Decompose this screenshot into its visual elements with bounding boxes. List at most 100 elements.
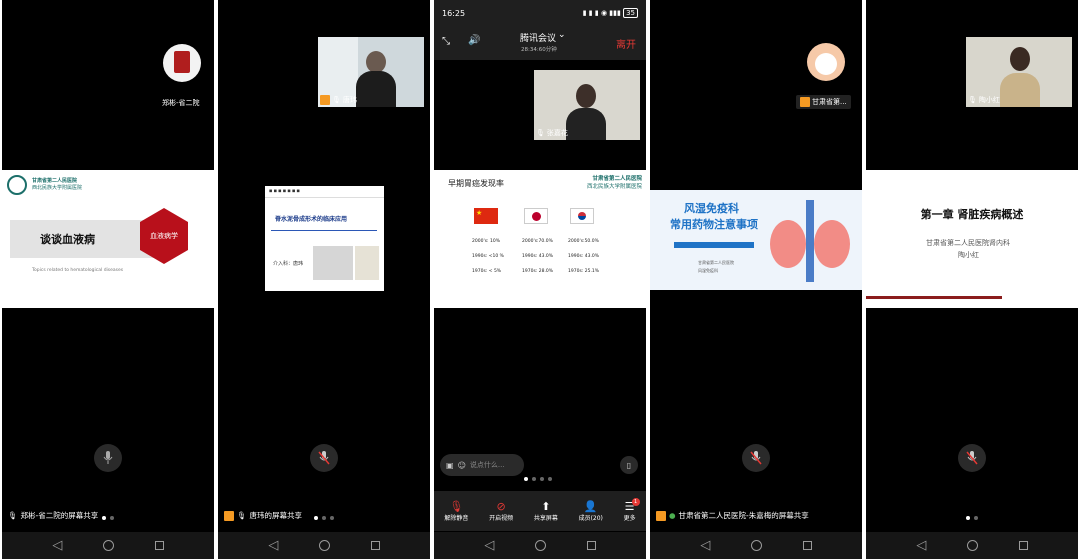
camera-video[interactable]: 🎙 张嘉花 — [534, 70, 640, 140]
slide-org-name: 甘肃省第二人民医院 — [32, 178, 78, 184]
screen-share-label: 🎙 郑彬-省二院的屏幕共享 — [8, 510, 98, 521]
slide-accent-bar — [674, 242, 754, 248]
battery-level: 35 — [623, 8, 638, 18]
home-icon[interactable] — [534, 540, 546, 551]
mic-icon[interactable] — [94, 444, 122, 472]
recents-icon[interactable] — [1018, 541, 1028, 550]
back-icon[interactable]: ◁ — [700, 539, 710, 552]
more-button[interactable]: ☰ 更多 1 — [623, 498, 640, 522]
mic-muted-icon[interactable] — [310, 444, 338, 472]
page-dots — [314, 516, 334, 520]
members-icon: 👤 — [583, 500, 598, 513]
participant-name-chip: 甘肃省第... — [796, 95, 851, 109]
android-nav-bar: ◁ — [650, 532, 862, 559]
android-nav-bar: ◁ — [434, 532, 646, 559]
recents-icon[interactable] — [370, 541, 380, 550]
participant-name-chip: 郑彬-省二院 — [158, 96, 204, 110]
person-figure — [1010, 47, 1030, 71]
back-icon[interactable]: ◁ — [52, 539, 62, 552]
comment-input[interactable]: 说点什么... — [470, 460, 505, 470]
stat-item: 1970s: < 5% — [472, 269, 502, 274]
stat-item: 1970s: 28.0% — [522, 269, 554, 274]
recents-icon[interactable] — [586, 541, 596, 550]
slide-presenter: 介入科：唐玮 — [273, 261, 304, 267]
slide-title: 脊水泥骨成形术的临床应用 — [275, 216, 348, 223]
speaker-icon[interactable]: 🔊 — [468, 35, 480, 46]
participant-avatar[interactable] — [163, 44, 201, 82]
members-button[interactable]: 👤 成员(20) — [579, 500, 603, 522]
stat-item: 1990s: <10 % — [472, 254, 504, 259]
status-time: 16:25 — [442, 8, 466, 18]
slide-org-sub: 西北民族大学附属医院 — [32, 185, 83, 191]
emoji-icon[interactable]: ☺ — [458, 461, 466, 470]
participant-avatar[interactable] — [807, 43, 845, 81]
home-icon[interactable] — [966, 540, 978, 551]
camera-label: 🎙 陶小红 — [968, 95, 1000, 105]
meeting-panel-1: 郑彬-省二院 甘肃省第二人民医院 西北民族大学附属医院 谈谈血液病 血液病学 T… — [2, 0, 214, 559]
person-figure — [366, 51, 386, 73]
slide-title-line1: 风湿免疫科 — [684, 202, 739, 215]
camera-label: 🎙 唐玮 — [320, 95, 357, 105]
comment-bar[interactable]: ▣ ☺ 说点什么... — [440, 454, 524, 476]
meeting-panel-4: 甘肃省第... 风湿免疫科 常用药物注意事项 甘肃省第二人民医院 风湿免疫科 ●… — [650, 0, 862, 559]
home-icon[interactable] — [750, 540, 762, 551]
mic-small-icon: 🎙 — [332, 96, 341, 104]
phone-icon[interactable]: ▯ — [620, 456, 638, 474]
meeting-duration: 28:34:60分钟 — [521, 47, 557, 53]
toolbar-label: 成员(20) — [578, 515, 603, 522]
mic-small-icon: 🎙 — [968, 96, 977, 104]
chat-icon[interactable]: ▣ — [446, 461, 454, 470]
video-off-icon: ⊘ — [496, 500, 506, 513]
camera-video[interactable]: 🎙 陶小红 — [966, 37, 1072, 107]
user-icon — [320, 95, 330, 105]
meeting-toolbar: 🎙 解除静音 ⊘ 开启视频 ⬆ 共享屏幕 👤 成员(20) ☰ 更多 1 — [434, 491, 646, 531]
leave-button[interactable]: 离开 — [616, 36, 636, 51]
collapse-icon[interactable]: ⤡ — [442, 36, 450, 47]
china-stats: 2000's: 10% 1990s: <10 % 1970s: < 5% — [472, 234, 504, 279]
korea-flag-icon — [570, 208, 594, 224]
mic-muted-icon[interactable] — [958, 444, 986, 472]
back-icon[interactable]: ◁ — [484, 539, 494, 552]
slide-subtitle: Topics related to hematological diseases — [32, 268, 124, 273]
stat-item: 1990s: 43.0% — [522, 254, 554, 259]
slide-org-name: 甘肃省第二人民医院 — [592, 176, 642, 182]
stat-item: 1970s: 25.1% — [568, 269, 600, 274]
slide-title-box: 谈谈血液病 — [10, 220, 158, 258]
kidney-illustration — [770, 200, 850, 282]
slide-org-name: 甘肃省第二人民医院肾内科 — [926, 239, 1010, 247]
meeting-panel-2: 🎙 唐玮 ◼ ◼ ◼ ◼ ◼ ◼ ◼ 脊水泥骨成形术的临床应用 介入科：唐玮 🎙… — [218, 0, 430, 559]
shared-slide: 风湿免疫科 常用药物注意事项 甘肃省第二人民医院 风湿免疫科 — [650, 190, 862, 290]
screen-share-label: ● 甘肃省第二人民医院-朱嘉梅的屏幕共享 — [656, 510, 809, 521]
back-icon[interactable]: ◁ — [916, 539, 926, 552]
home-icon[interactable] — [102, 540, 114, 551]
toolbar-label: 共享屏幕 — [533, 515, 558, 522]
toolbar-label: 更多 — [623, 515, 636, 522]
share-screen-button[interactable]: ⬆ 共享屏幕 — [534, 500, 558, 522]
chevron-down-icon[interactable]: ⌄ — [558, 30, 566, 40]
more-badge: 1 — [631, 498, 640, 506]
toolbar-label: 解除静音 — [444, 515, 469, 522]
screen-share-owner: 郑彬-省二院的屏幕共享 — [20, 511, 99, 520]
android-nav-bar: ◁ — [866, 532, 1078, 559]
mic-small-icon: 🎙 — [536, 129, 545, 137]
slide-header-logos: ◼ ◼ ◼ ◼ ◼ ◼ ◼ — [265, 186, 384, 198]
back-icon[interactable]: ◁ — [268, 539, 278, 552]
meeting-title[interactable]: 腾讯会议 — [520, 31, 556, 44]
china-flag-icon: ★ — [474, 208, 498, 224]
home-icon[interactable] — [318, 540, 330, 551]
slide-dept: 风湿免疫科 — [698, 268, 718, 273]
start-video-button[interactable]: ⊘ 开启视频 — [489, 500, 513, 522]
meeting-panel-3: 16:25 ▮ ▮ ▮ ◉ ▮▮▮ 35 ⤡ 🔊 腾讯会议 ⌄ 28:34:60… — [434, 0, 646, 559]
camera-video[interactable]: 🎙 唐玮 — [318, 37, 424, 107]
recents-icon[interactable] — [802, 541, 812, 550]
unmute-button[interactable]: 🎙 解除静音 — [444, 500, 468, 522]
camera-name: 张嘉花 — [546, 129, 568, 137]
page-dots — [966, 516, 978, 520]
camera-name: 陶小红 — [978, 96, 1000, 104]
slide-org-sub: 西北民族大学附属医院 — [586, 184, 642, 190]
recents-icon[interactable] — [154, 541, 164, 550]
mic-small-icon: 🎙 — [8, 511, 18, 520]
hospital-logo-icon — [7, 175, 27, 195]
android-nav-bar: ◁ — [218, 532, 430, 559]
mic-muted-icon[interactable] — [742, 444, 770, 472]
